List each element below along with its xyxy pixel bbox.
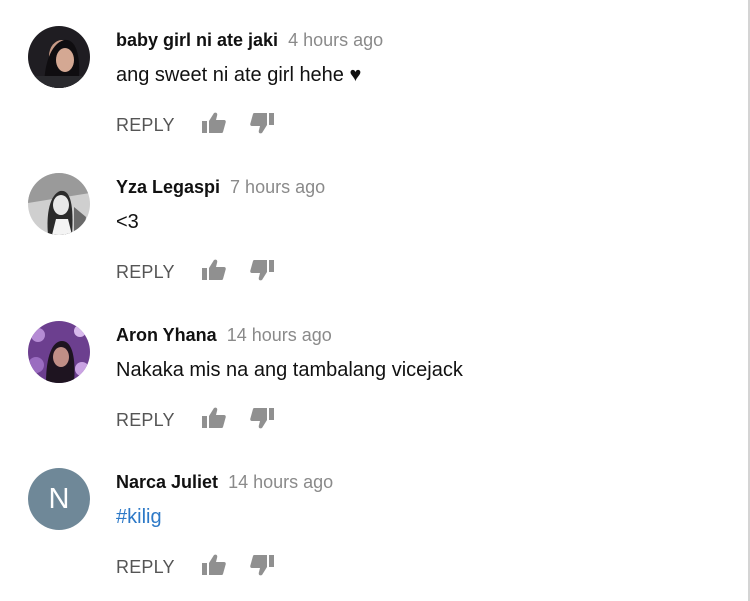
comment-text: ang sweet ni ate girl hehe ♥ (116, 64, 362, 86)
comment-header: Aron Yhana 14 hours ago (116, 324, 332, 346)
author-name[interactable]: Narca Juliet (116, 472, 218, 492)
avatar-photo (28, 321, 90, 383)
comment-item: Yza Legaspi 7 hours ago <3 REPLY (0, 147, 748, 294)
comment-item: Aron Yhana 14 hours ago Nakaka mis na ang… (0, 295, 748, 442)
thumbs-down-icon[interactable] (249, 405, 275, 431)
reply-button[interactable]: REPLY (116, 409, 175, 431)
comment-text: <3 (116, 211, 139, 233)
author-name[interactable]: Yza Legaspi (116, 177, 220, 197)
author-name[interactable]: baby girl ni ate jaki (116, 30, 278, 50)
avatar[interactable] (28, 321, 90, 383)
comment-time[interactable]: 7 hours ago (230, 177, 325, 197)
comment-header: Narca Juliet 14 hours ago (116, 471, 333, 493)
avatar-photo (28, 173, 90, 235)
comment-time[interactable]: 14 hours ago (227, 325, 332, 345)
thumbs-up-icon[interactable] (201, 257, 227, 283)
author-name[interactable]: Aron Yhana (116, 325, 217, 345)
thumbs-down-icon[interactable] (249, 257, 275, 283)
avatar[interactable] (28, 26, 90, 88)
thumbs-down-icon[interactable] (249, 110, 275, 136)
thumbs-up-icon[interactable] (201, 405, 227, 431)
reply-button[interactable]: REPLY (116, 261, 175, 283)
thumbs-up-icon[interactable] (201, 552, 227, 578)
comment-header: baby girl ni ate jaki 4 hours ago (116, 29, 383, 51)
comment-time[interactable]: 4 hours ago (288, 30, 383, 50)
reply-button[interactable]: REPLY (116, 556, 175, 578)
avatar-photo (28, 26, 90, 88)
comment-header: Yza Legaspi 7 hours ago (116, 176, 325, 198)
thumbs-down-icon[interactable] (249, 552, 275, 578)
hashtag-link[interactable]: #kilig (116, 504, 162, 530)
avatar[interactable] (28, 173, 90, 235)
comment-time[interactable]: 14 hours ago (228, 472, 333, 492)
comment-text: Nakaka mis na ang tambalang vicejack (116, 359, 463, 381)
comments-panel: baby girl ni ate jaki 4 hours ago ang swe… (0, 0, 750, 601)
avatar[interactable]: N (28, 468, 90, 530)
reply-button[interactable]: REPLY (116, 114, 175, 136)
comment-item: N Narca Juliet 14 hours ago #kilig REPLY (0, 442, 748, 589)
thumbs-up-icon[interactable] (201, 110, 227, 136)
comment-item: baby girl ni ate jaki 4 hours ago ang swe… (0, 0, 748, 147)
